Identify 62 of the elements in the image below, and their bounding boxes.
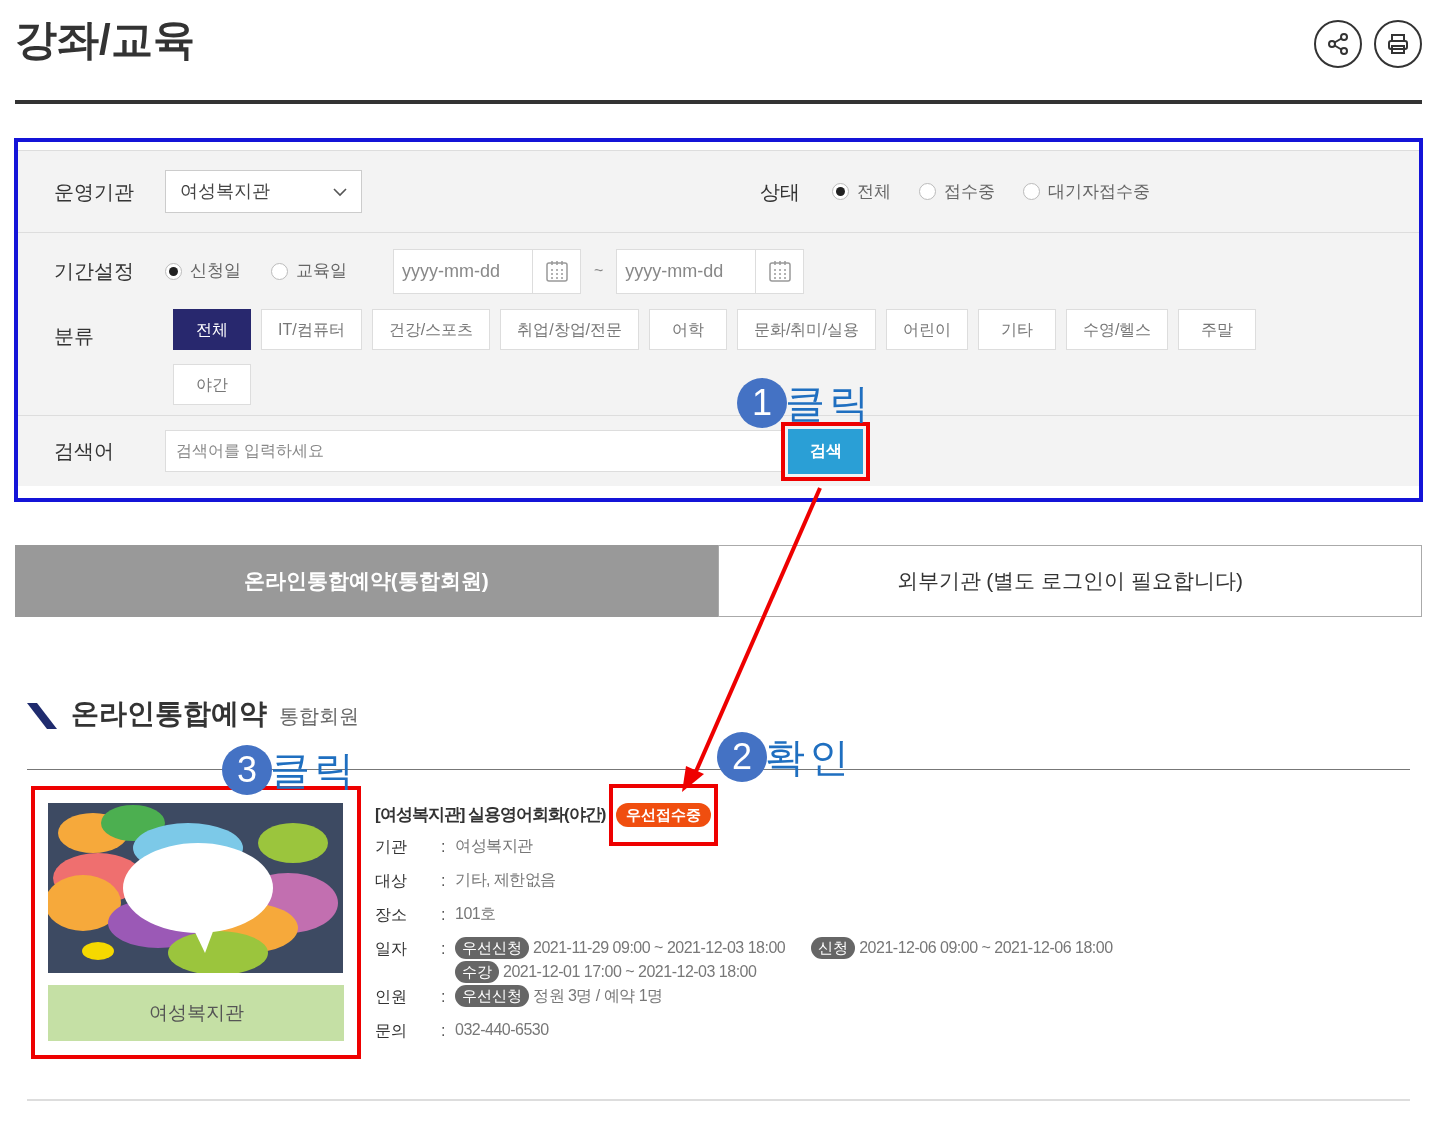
search-button[interactable]: 검색 xyxy=(788,428,863,474)
detail-colon: : xyxy=(441,986,447,1007)
radio-option[interactable]: 전체 xyxy=(832,178,891,205)
field-label: 기간설정 xyxy=(53,259,135,284)
detail-value: 여성복지관 xyxy=(455,835,533,856)
status-badge: 우선접수중 xyxy=(616,802,712,827)
detail-value: 101호 xyxy=(455,903,496,924)
detail-label: 대상 xyxy=(375,870,408,891)
section-title: 온라인통합예약 xyxy=(71,697,267,731)
range-separator: ~ xyxy=(594,261,604,281)
section-subtitle: 통합회원 xyxy=(279,704,359,729)
step-number-badge: 2 xyxy=(717,732,767,782)
detail-label: 기관 xyxy=(375,836,408,857)
detail-value: 정원 3명 / 예약 1명 xyxy=(533,985,663,1006)
category-button[interactable]: 문화/취미/실용 xyxy=(737,309,876,350)
detail-colon: : xyxy=(441,1020,447,1041)
detail-label: 장소 xyxy=(375,904,408,925)
category-button[interactable]: 주말 xyxy=(1178,309,1257,350)
detail-value: 2021-11-29 09:00 ~ 2021-12-03 18:00 xyxy=(533,937,786,958)
category-button[interactable]: 기타 xyxy=(977,309,1056,350)
category-button[interactable]: IT/컴퓨터 xyxy=(261,309,362,350)
field-label: 검색어 xyxy=(53,439,115,464)
category-button[interactable]: 수영/헬스 xyxy=(1065,309,1169,350)
radio-option[interactable]: 대기자접수중 xyxy=(1023,178,1150,205)
detail-value: 032-440-6530 xyxy=(455,1019,549,1040)
detail-tag: 신청 xyxy=(811,936,856,959)
step-number-badge: 3 xyxy=(222,745,272,795)
detail-tag: 우선신청 xyxy=(455,984,529,1007)
detail-label: 일자 xyxy=(375,938,408,959)
detail-tag: 우선신청 xyxy=(455,936,529,959)
organization-select[interactable]: 여성복지관 xyxy=(165,170,362,213)
page-title: 강좌/교육 xyxy=(15,15,195,65)
annotation-label: 클릭 xyxy=(785,383,873,423)
radio-option[interactable]: 접수중 xyxy=(919,178,995,205)
date-field[interactable]: yyyy-mm-dd xyxy=(616,248,757,294)
field-label: 상태 xyxy=(760,179,801,205)
detail-label: 문의 xyxy=(375,1020,408,1041)
annotation-label: 확인 xyxy=(765,737,853,777)
category-button[interactable]: 전체 xyxy=(173,309,251,350)
category-button[interactable]: 어린이 xyxy=(885,309,968,350)
radio-option[interactable]: 신청일 xyxy=(165,258,241,284)
tab[interactable]: 온라인통합예약(통합회원) xyxy=(15,545,718,617)
detail-colon: : xyxy=(441,938,447,959)
field-label: 운영기관 xyxy=(53,179,135,205)
date-field[interactable]: yyyy-mm-dd xyxy=(393,248,533,294)
category-button[interactable]: 야간 xyxy=(173,364,251,405)
radio-option[interactable]: 교육일 xyxy=(271,258,347,284)
detail-value: 기타, 제한없음 xyxy=(455,869,556,890)
detail-value: 2021-12-06 09:00 ~ 2021-12-06 18:00 xyxy=(859,937,1113,958)
detail-colon: : xyxy=(441,836,447,857)
detail-colon: : xyxy=(441,870,447,891)
detail-colon: : xyxy=(441,904,447,925)
course-title[interactable]: [여성복지관] 실용영어회화(야간) xyxy=(375,802,606,828)
field-label: 분류 xyxy=(53,324,95,349)
detail-tag: 수강 xyxy=(455,960,499,983)
detail-label: 인원 xyxy=(375,986,408,1007)
detail-value: 2021-12-01 17:00 ~ 2021-12-03 18:00 xyxy=(503,961,757,982)
category-button[interactable]: 건강/스포츠 xyxy=(371,309,491,350)
category-button[interactable]: 어학 xyxy=(649,309,727,350)
tab[interactable]: 외부기관 (별도 로그인이 필요합니다) xyxy=(717,545,1422,617)
organization-label: 여성복지관 xyxy=(48,985,344,1041)
category-button[interactable]: 취업/창업/전문 xyxy=(500,309,639,350)
